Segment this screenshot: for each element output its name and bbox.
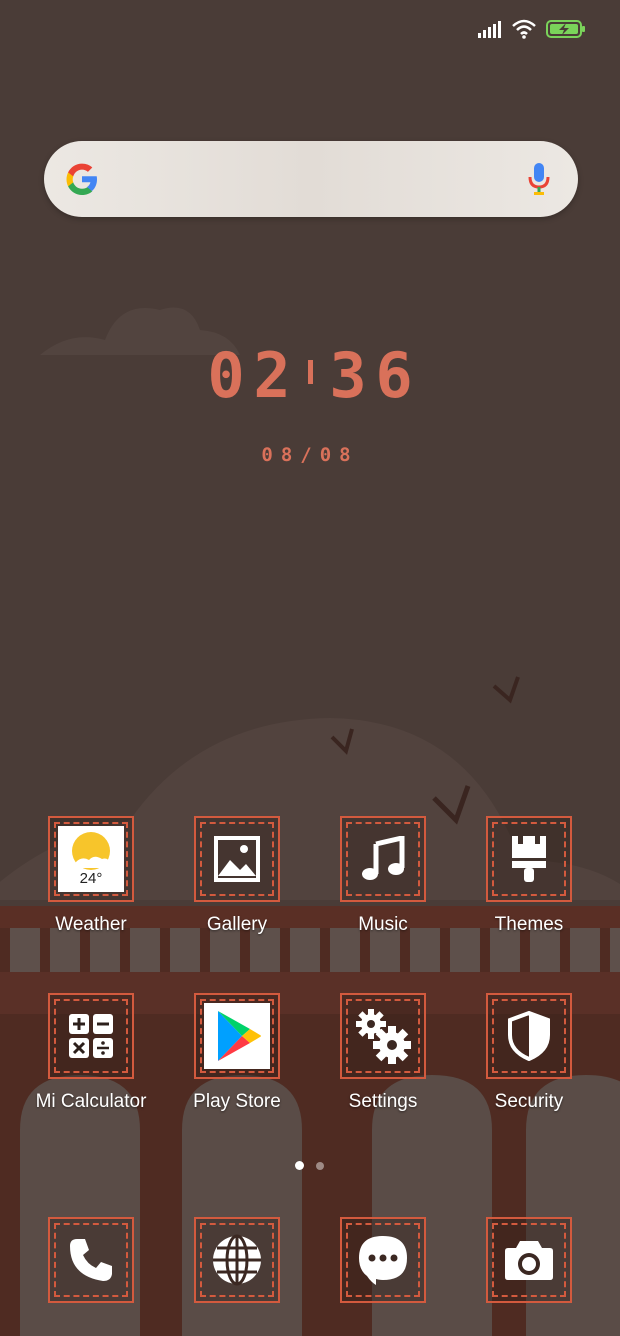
calculator-label: Mi Calculator (35, 1091, 147, 1112)
shield-icon (508, 1011, 550, 1061)
phone-icon (70, 1239, 112, 1281)
page-indicator[interactable] (290, 1160, 330, 1172)
camera-icon (505, 1241, 553, 1280)
security-label: Security (494, 1091, 564, 1112)
weather-app-icon[interactable]: 24° (48, 816, 134, 902)
music-note-icon (362, 836, 405, 880)
music-label: Music (358, 914, 408, 935)
music-app-icon[interactable] (340, 816, 426, 902)
themes-app-icon[interactable] (486, 816, 572, 902)
calculator-app-icon[interactable] (48, 993, 134, 1079)
messages-icon (359, 1236, 407, 1285)
camera-app-icon[interactable] (486, 1217, 572, 1303)
clock-hour-tens: 0 (207, 339, 245, 412)
wifi-icon (512, 19, 536, 39)
browser-globe-icon (213, 1234, 261, 1286)
microphone-icon[interactable] (528, 162, 550, 196)
browser-app-icon[interactable] (194, 1217, 280, 1303)
weather-temperature: 24° (79, 870, 103, 887)
clock-hour-ones: 2 (253, 339, 291, 412)
gallery-app-icon[interactable] (194, 816, 280, 902)
security-app-icon[interactable] (486, 993, 572, 1079)
signal-bars-icon (478, 21, 501, 38)
date-label: 08/08 (261, 444, 359, 466)
clock-minute-tens: 3 (329, 339, 367, 412)
status-bar (478, 14, 586, 44)
play-store-app-icon[interactable] (194, 993, 280, 1079)
battery-charging-icon (546, 20, 585, 38)
clock-widget[interactable]: 0236 (0, 340, 620, 412)
gallery-label: Gallery (206, 914, 268, 935)
weather-label: Weather (55, 914, 127, 935)
google-search-bar[interactable] (44, 141, 578, 217)
page-dot[interactable] (316, 1162, 324, 1170)
page-dot-active[interactable] (295, 1161, 304, 1170)
play-store-label: Play Store (193, 1091, 281, 1112)
gears-icon (356, 1009, 411, 1064)
messages-app-icon[interactable] (340, 1217, 426, 1303)
phone-app-icon[interactable] (48, 1217, 134, 1303)
paintbrush-icon (512, 836, 546, 882)
themes-label: Themes (494, 914, 564, 935)
settings-app-icon[interactable] (340, 993, 426, 1079)
clock-separator (295, 340, 325, 389)
google-g-icon (66, 163, 97, 195)
weather-icon: 24° (58, 826, 124, 892)
clock-minute-ones: 6 (375, 339, 413, 412)
settings-label: Settings (348, 1091, 418, 1112)
gallery-icon (214, 836, 260, 882)
calculator-icon (69, 1014, 113, 1058)
play-store-icon (204, 1003, 270, 1069)
